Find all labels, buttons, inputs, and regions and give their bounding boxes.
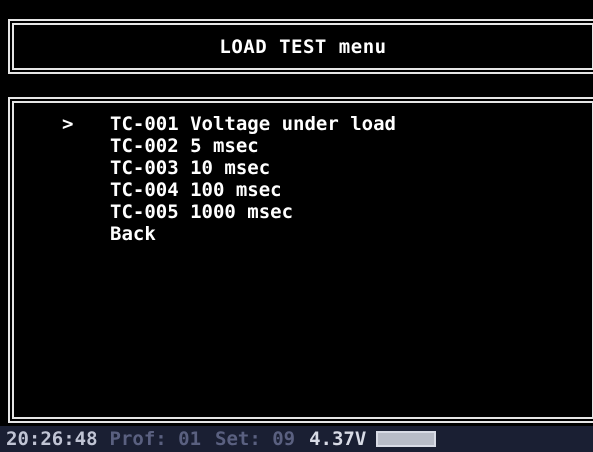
title-panel: LOAD TEST menu bbox=[8, 19, 593, 74]
menu-item-tc-002[interactable]: TC-002 5 msec bbox=[62, 135, 396, 157]
menu-item-label: TC-003 10 msec bbox=[110, 157, 271, 179]
menu-item-label: Back bbox=[110, 223, 156, 245]
menu-item-back[interactable]: Back bbox=[62, 223, 396, 245]
status-set: Set: 09 bbox=[215, 428, 296, 450]
status-voltage: 4.37V bbox=[309, 428, 367, 450]
battery-gauge-icon bbox=[376, 431, 437, 447]
menu-item-label: TC-001 Voltage under load bbox=[110, 113, 396, 135]
page-title: LOAD TEST menu bbox=[219, 36, 387, 58]
status-profile: Prof: 01 bbox=[109, 428, 202, 450]
status-time: 20:26:48 bbox=[6, 428, 98, 450]
menu-list: > TC-001 Voltage under load TC-002 5 msec… bbox=[62, 113, 396, 245]
menu-item-label: TC-002 5 msec bbox=[110, 135, 259, 157]
menu-item-tc-004[interactable]: TC-004 100 msec bbox=[62, 179, 396, 201]
menu-panel: > TC-001 Voltage under load TC-002 5 msec… bbox=[8, 97, 593, 423]
menu-item-label: TC-004 100 msec bbox=[110, 179, 282, 201]
status-bar: 20:26:48 Prof: 01 Set: 09 4.37V bbox=[0, 426, 593, 452]
selection-cursor-icon: > bbox=[62, 113, 74, 135]
menu-item-tc-001[interactable]: > TC-001 Voltage under load bbox=[62, 113, 396, 135]
menu-item-tc-005[interactable]: TC-005 1000 msec bbox=[62, 201, 396, 223]
menu-item-label: TC-005 1000 msec bbox=[110, 201, 294, 223]
menu-item-tc-003[interactable]: TC-003 10 msec bbox=[62, 157, 396, 179]
